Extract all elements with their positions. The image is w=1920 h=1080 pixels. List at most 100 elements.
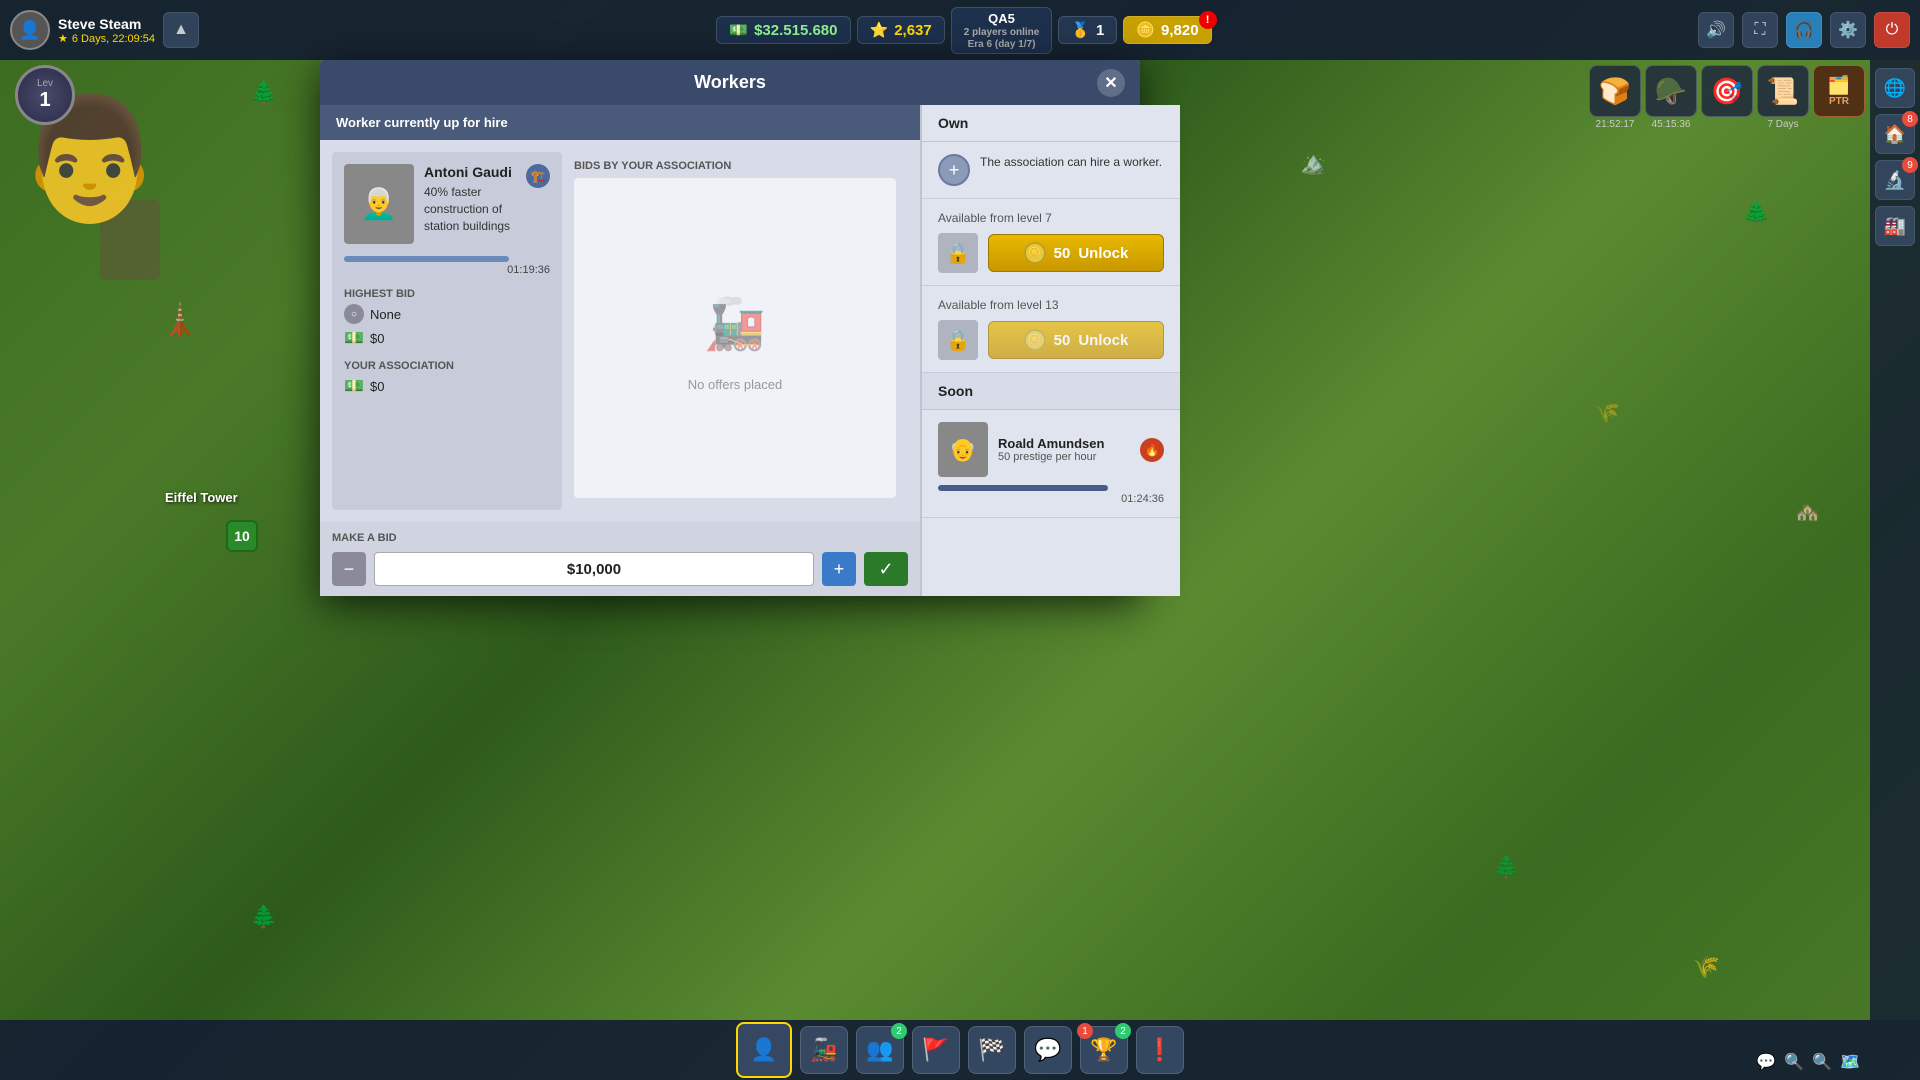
assoc-money-icon: 💵: [344, 376, 364, 396]
sidebar-icon-globe[interactable]: 🌐: [1875, 68, 1915, 108]
worker-desc: 40% faster construction of station build…: [424, 184, 516, 234]
settings-icon[interactable]: ⚙️: [1830, 12, 1866, 48]
sidebar-icon-house[interactable]: 🏠 8: [1875, 114, 1915, 154]
bid-confirm-button[interactable]: ✓: [864, 552, 908, 586]
player-section: 👤 Steve Steam ★6 Days, 22:09:54 ▲: [10, 10, 230, 50]
qa-display: QA5 2 players online Era 6 (day 1/7): [951, 7, 1053, 54]
bottom-train-icon[interactable]: 🚂: [800, 1026, 848, 1074]
unlock-coin-7: 🪙: [1024, 242, 1046, 264]
bottom-checkered-icon[interactable]: 🏁: [968, 1026, 1016, 1074]
sidebar-icon-microscope[interactable]: 🔬 9: [1875, 160, 1915, 200]
zoom-in-icon[interactable]: 🔍: [1784, 1052, 1804, 1072]
unlock-label-13: Unlock: [1078, 332, 1128, 349]
worker-avatar: 👨‍🦳: [344, 164, 414, 244]
scroll-icon-box[interactable]: 📜: [1757, 65, 1809, 117]
bids-label: BIDS BY YOUR ASSOCIATION: [574, 152, 896, 178]
helmet-icon-box[interactable]: 🪖: [1645, 65, 1697, 117]
headset-icon[interactable]: 🎧: [1786, 12, 1822, 48]
fullscreen-icon[interactable]: ⛶: [1742, 12, 1778, 48]
train-illustration: 🚂: [675, 285, 795, 365]
level-badge: Lev 1: [15, 65, 75, 125]
award-badge-left: 1: [1077, 1023, 1093, 1039]
topbar-right: 🔊 ⛶ 🎧 ⚙️ ⏻: [1698, 12, 1910, 48]
lock-icon-row-7: 🔒 🪙 50 Unlock: [938, 233, 1164, 273]
worker-card-wrapper: 👨‍🦳 Antoni Gaudi 40% faster construction…: [344, 164, 550, 396]
soon-worker-badge: 🔥: [1140, 438, 1164, 462]
worker-type-badge: 🏗️: [526, 164, 550, 188]
top-icon-helmet[interactable]: 🪖 45:15:36: [1645, 65, 1697, 130]
soon-worker-row: 👴 Roald Amundsen 50 prestige per hour 🔥: [938, 422, 1164, 477]
own-item-assoc: + The association can hire a worker.: [922, 142, 1180, 199]
unlock-button-13[interactable]: 🪙 50 Unlock: [988, 321, 1164, 359]
hud-center: 💵 $32.515.680 ⭐ 2,637 QA5 2 players onli…: [230, 7, 1698, 54]
money-icon: 💵: [344, 328, 364, 348]
highest-bid-row: ○ None: [344, 304, 550, 324]
lock-icon-13: 🔒: [938, 320, 978, 360]
zoom-out-icon[interactable]: 🔍: [1812, 1052, 1832, 1072]
no-offers-text: No offers placed: [688, 377, 782, 392]
bid-minus-button[interactable]: −: [332, 552, 366, 586]
worker-name: Antoni Gaudi: [424, 164, 516, 180]
bottom-bar: 👤 🚂 👥 2 🚩 🏁 💬 🏆 2 1 ❗ 💬 🔍 🔍 🗺️: [0, 1020, 1920, 1080]
bottom-flag-icon[interactable]: 🚩: [912, 1026, 960, 1074]
top-icon-ptr[interactable]: 🗂️ PTR: [1813, 65, 1865, 130]
lock-icon-row-13: 🔒 🪙 50 Unlock: [938, 320, 1164, 360]
group-badge: 2: [891, 1023, 907, 1039]
bread-timer: 21:52:17: [1596, 119, 1635, 130]
top-icon-bread[interactable]: 🍞 21:52:17: [1589, 65, 1641, 130]
rank-display: 🥇 1: [1058, 16, 1117, 44]
soon-worker-info: Roald Amundsen 50 prestige per hour: [998, 436, 1130, 463]
bid-info: HIGHEST BID ○ None 💵 $0 YOUR ASSOCIATION: [344, 288, 550, 396]
player-avatar[interactable]: 👤: [10, 10, 50, 50]
unlock-coin-13: 🪙: [1024, 329, 1046, 351]
assoc-bid-row: 💵 $0: [344, 376, 550, 396]
bottom-group-icon[interactable]: 👥 2: [856, 1026, 904, 1074]
bid-plus-button[interactable]: +: [822, 552, 856, 586]
bread-icon-box[interactable]: 🍞: [1589, 65, 1641, 117]
make-bid-label: MAKE A BID: [332, 532, 908, 544]
assoc-label: YOUR ASSOCIATION: [344, 360, 550, 372]
bids-area: 🚂 No offers placed: [574, 178, 896, 498]
award-badge-top: 2: [1115, 1023, 1131, 1039]
target-icon-box[interactable]: 🎯: [1701, 65, 1753, 117]
soon-worker-desc: 50 prestige per hour: [998, 451, 1130, 463]
timer-bar-container: 01:19:36: [344, 256, 550, 276]
modal-header: Workers ✕: [320, 60, 1140, 105]
bottom-chat-icon[interactable]: 💬: [1024, 1026, 1072, 1074]
modal-body: Worker currently up for hire 👨‍🦳 Antoni …: [320, 105, 1140, 596]
power-icon[interactable]: ⏻: [1874, 12, 1910, 48]
level-circle: Lev 1: [15, 65, 75, 125]
modal-title: Workers: [694, 72, 766, 92]
soon-worker-avatar: 👴: [938, 422, 988, 477]
map-icon[interactable]: 🗺️: [1840, 1052, 1860, 1072]
soon-timer-text: 01:24:36: [938, 493, 1164, 505]
lock-item-level7: Available from level 7 🔒 🪙 50 Unlock: [922, 199, 1180, 286]
bid-amount-input[interactable]: $10,000: [374, 552, 814, 586]
worker-timer: 01:19:36: [344, 264, 550, 276]
sound-icon[interactable]: 🔊: [1698, 12, 1734, 48]
bottom-exclaim-icon[interactable]: ❗: [1136, 1026, 1184, 1074]
soon-worker-item: 👴 Roald Amundsen 50 prestige per hour 🔥 …: [922, 410, 1180, 518]
money-display: 💵 $32.515.680: [716, 16, 850, 44]
hire-content: 👨‍🦳 Antoni Gaudi 40% faster construction…: [320, 140, 920, 522]
money-bid-value: $0: [370, 331, 384, 346]
top-icon-scroll[interactable]: 📜 7 Days: [1757, 65, 1809, 130]
collapse-arrow[interactable]: ▲: [163, 12, 199, 48]
own-item-assoc-text: The association can hire a worker.: [980, 154, 1162, 171]
house-badge: 8: [1902, 111, 1918, 127]
top-icon-target[interactable]: 🎯: [1701, 65, 1753, 130]
lock-level13-text: Available from level 13: [938, 298, 1164, 312]
bottom-award-icon[interactable]: 🏆 2 1: [1080, 1026, 1128, 1074]
hire-header: Worker currently up for hire: [320, 105, 920, 140]
ptr-badge[interactable]: 🗂️ PTR: [1813, 65, 1865, 117]
unlock-coin-amount-7: 50: [1054, 245, 1071, 262]
highest-bid-value: None: [370, 307, 401, 322]
unlock-button-7[interactable]: 🪙 50 Unlock: [988, 234, 1164, 272]
sidebar-icon-factory[interactable]: 🏭: [1875, 206, 1915, 246]
bottom-player-icon[interactable]: 👤: [736, 1022, 792, 1078]
hire-panel: Worker currently up for hire 👨‍🦳 Antoni …: [320, 105, 920, 596]
modal-close-button[interactable]: ✕: [1097, 69, 1125, 97]
stars-display: ⭐ 2,637: [857, 16, 945, 44]
make-bid-section: MAKE A BID − $10,000 + ✓: [320, 522, 920, 596]
chat-bubble-icon[interactable]: 💬: [1756, 1052, 1776, 1072]
